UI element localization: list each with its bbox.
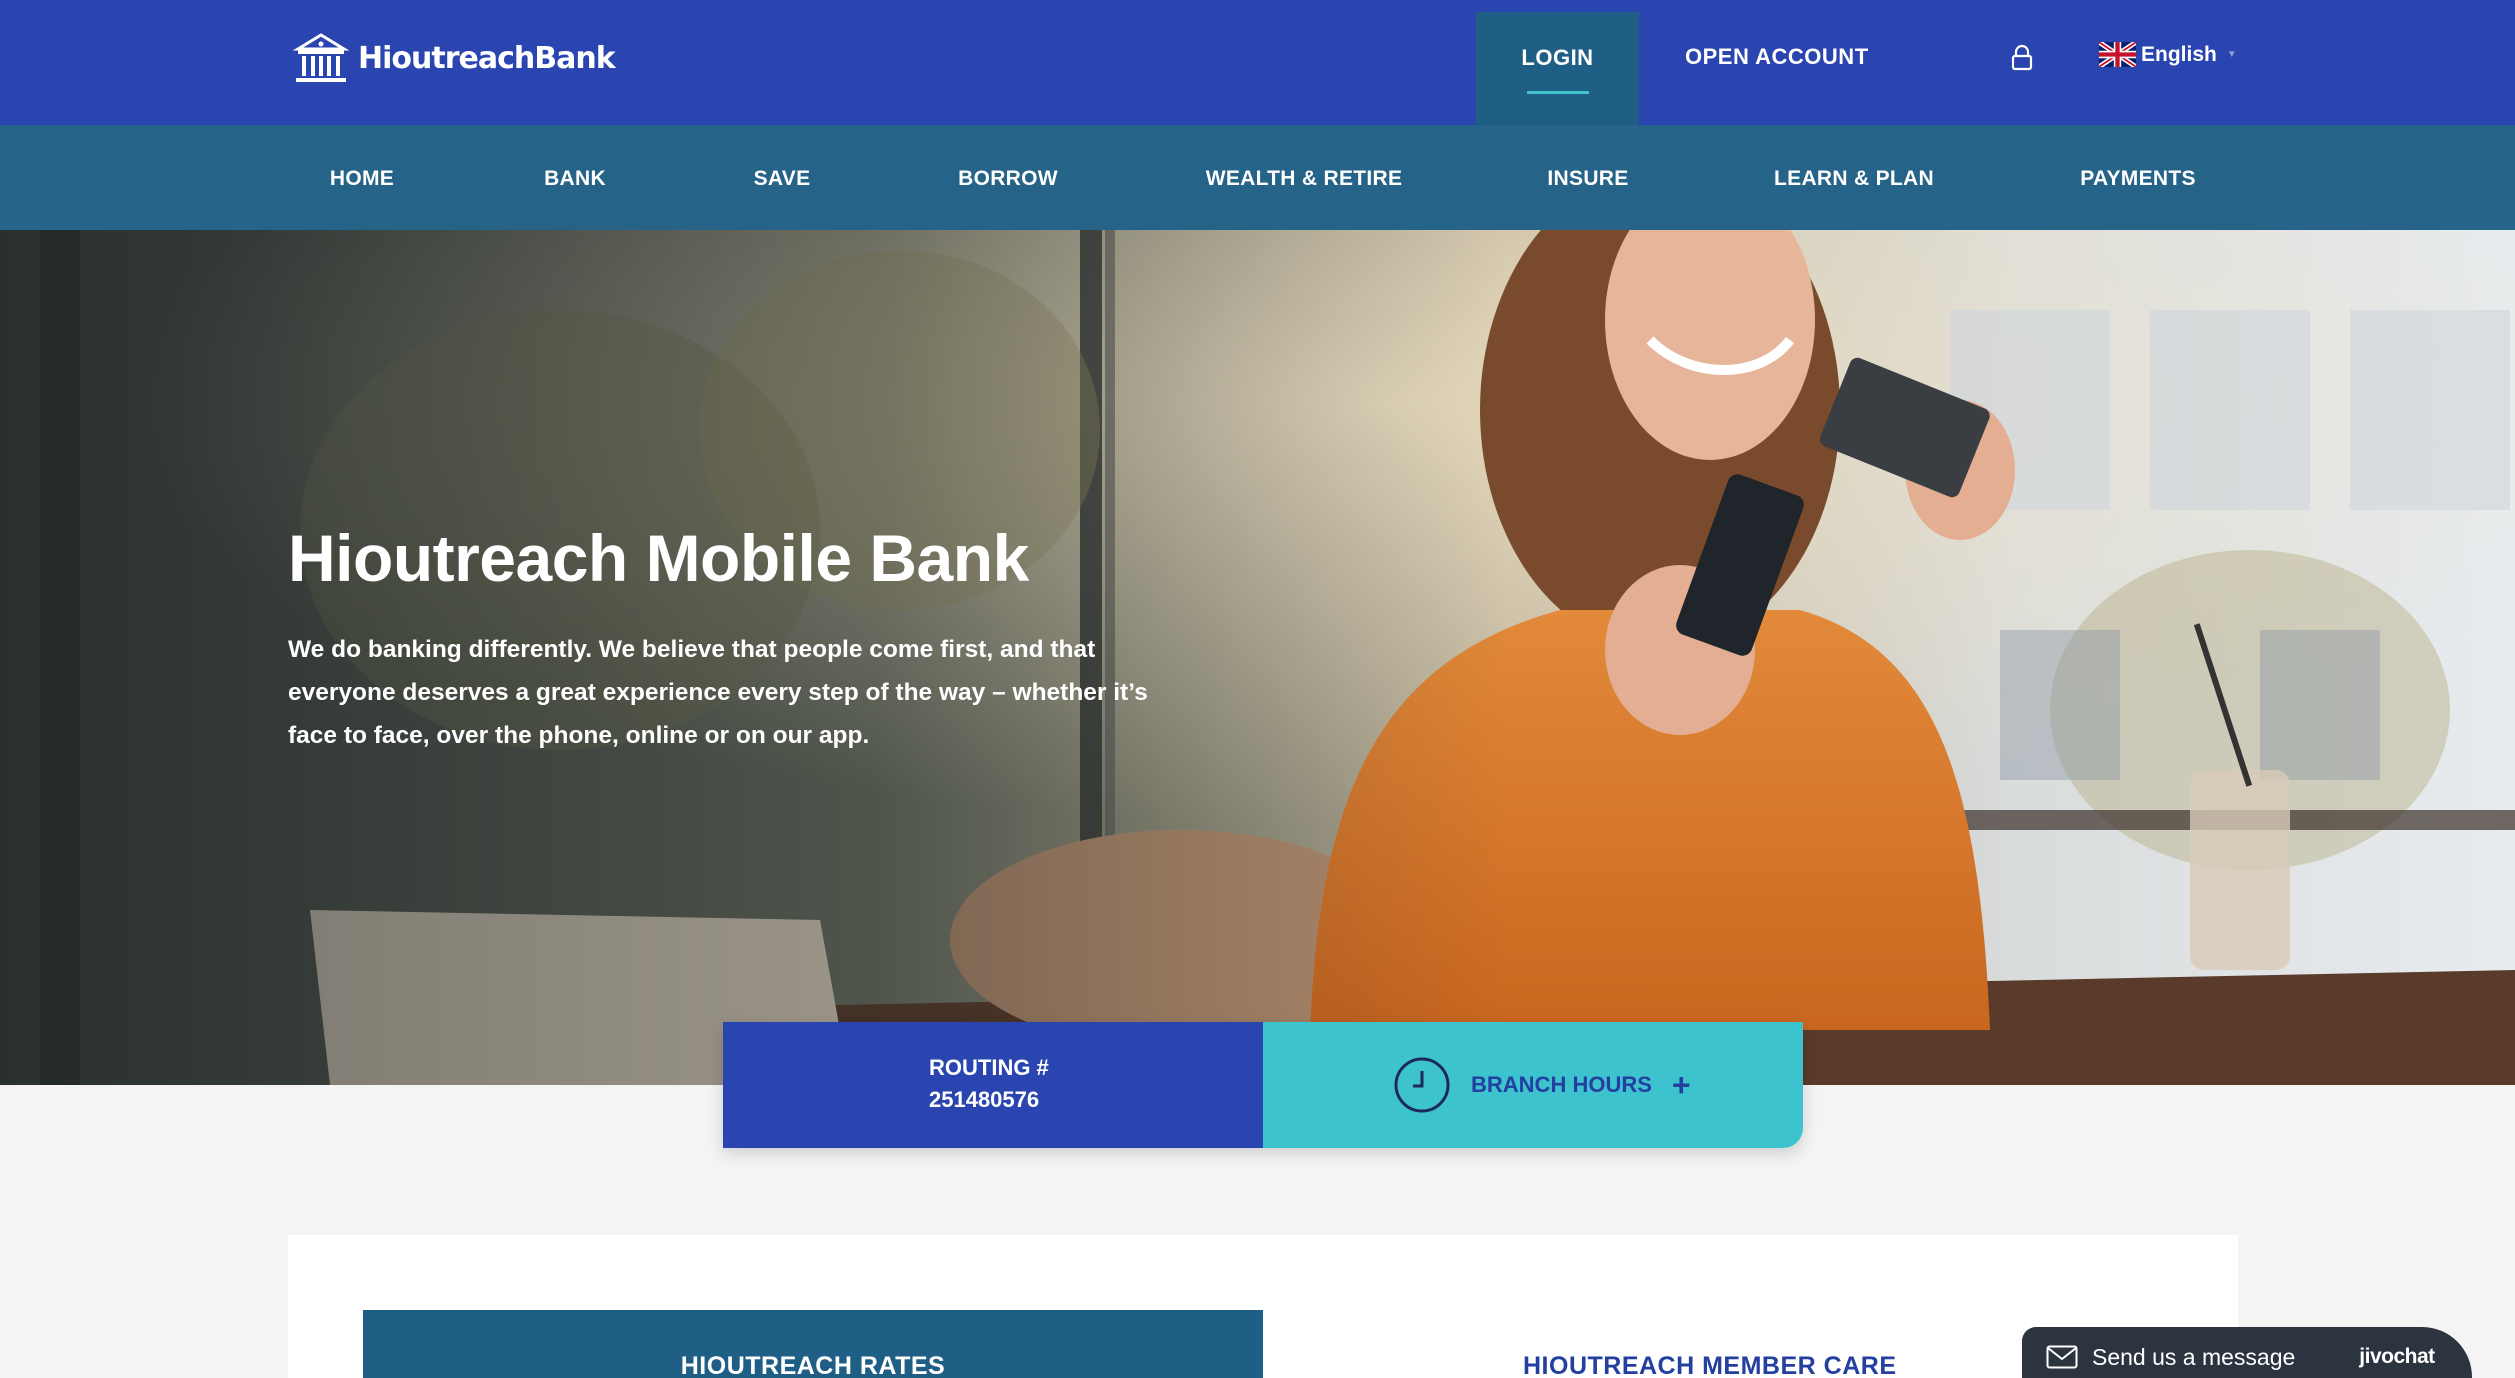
hero-banner: Hioutreach Mobile Bank We do banking dif…: [0, 230, 2515, 1085]
plus-icon: +: [1671, 1067, 1691, 1103]
bank-building-icon: [292, 33, 350, 82]
hero-title: Hioutreach Mobile Bank: [288, 521, 1029, 595]
rates-box: HIOUTREACH RATES: [363, 1310, 1263, 1378]
login-label: LOGIN: [1521, 45, 1594, 70]
lock-icon[interactable]: [2010, 44, 2034, 72]
login-button[interactable]: LOGIN: [1476, 12, 1639, 125]
login-underline: [1527, 91, 1589, 94]
nav-item-learn-plan[interactable]: LEARN & PLAN: [1774, 167, 1934, 191]
branch-hours-label: BRANCH HOURS: [1471, 1072, 1652, 1097]
envelope-icon: [2046, 1345, 2078, 1369]
branch-hours-button[interactable]: BRANCH HOURS +: [1263, 1022, 1803, 1148]
nav-item-bank[interactable]: BANK: [544, 167, 606, 191]
hero-description: We do banking differently. We believe th…: [288, 636, 1148, 749]
nav-item-insure[interactable]: INSURE: [1547, 167, 1628, 191]
nav-item-save[interactable]: SAVE: [754, 167, 811, 191]
routing-hours-card: ROUTING # 251480576 BRANCH HOURS +: [723, 1022, 1803, 1148]
nav-item-home[interactable]: HOME: [330, 167, 394, 191]
nav-item-wealth-retire[interactable]: WEALTH & RETIRE: [1206, 167, 1403, 191]
routing-number: 251480576: [929, 1087, 1040, 1112]
top-header: HioutreachBank LOGIN OPEN ACCOUNT Englis…: [0, 0, 2515, 125]
rates-title: HIOUTREACH RATES: [680, 1352, 946, 1378]
content-panel: HIOUTREACH RATES HIOUTREACH MEMBER CARE: [288, 1235, 2238, 1378]
member-care-title: HIOUTREACH MEMBER CARE: [1523, 1352, 1897, 1378]
language-selector[interactable]: English ▼: [2099, 42, 2237, 67]
routing-label: ROUTING #: [929, 1055, 1049, 1080]
language-label: English: [2141, 42, 2217, 66]
nav-item-borrow[interactable]: BORROW: [958, 167, 1058, 191]
routing-info: ROUTING # 251480576: [723, 1022, 1263, 1148]
open-account-link[interactable]: OPEN ACCOUNT: [1685, 44, 1869, 70]
chat-label: Send us a message: [2092, 1343, 2296, 1370]
uk-flag-icon: [2099, 42, 2136, 67]
brand-name: HioutreachBank: [358, 40, 616, 76]
chevron-down-icon: ▼: [2226, 49, 2237, 60]
clock-icon: [1394, 1057, 1450, 1113]
nav-item-payments[interactable]: PAYMENTS: [2080, 167, 2196, 191]
chat-widget-button[interactable]: Send us a message jivochat: [2022, 1327, 2472, 1378]
brand-logo[interactable]: HioutreachBank: [292, 28, 616, 88]
chat-brand: jivochat: [2359, 1345, 2435, 1368]
main-nav: HOME BANK SAVE BORROW WEALTH & RETIRE IN…: [0, 125, 2515, 230]
